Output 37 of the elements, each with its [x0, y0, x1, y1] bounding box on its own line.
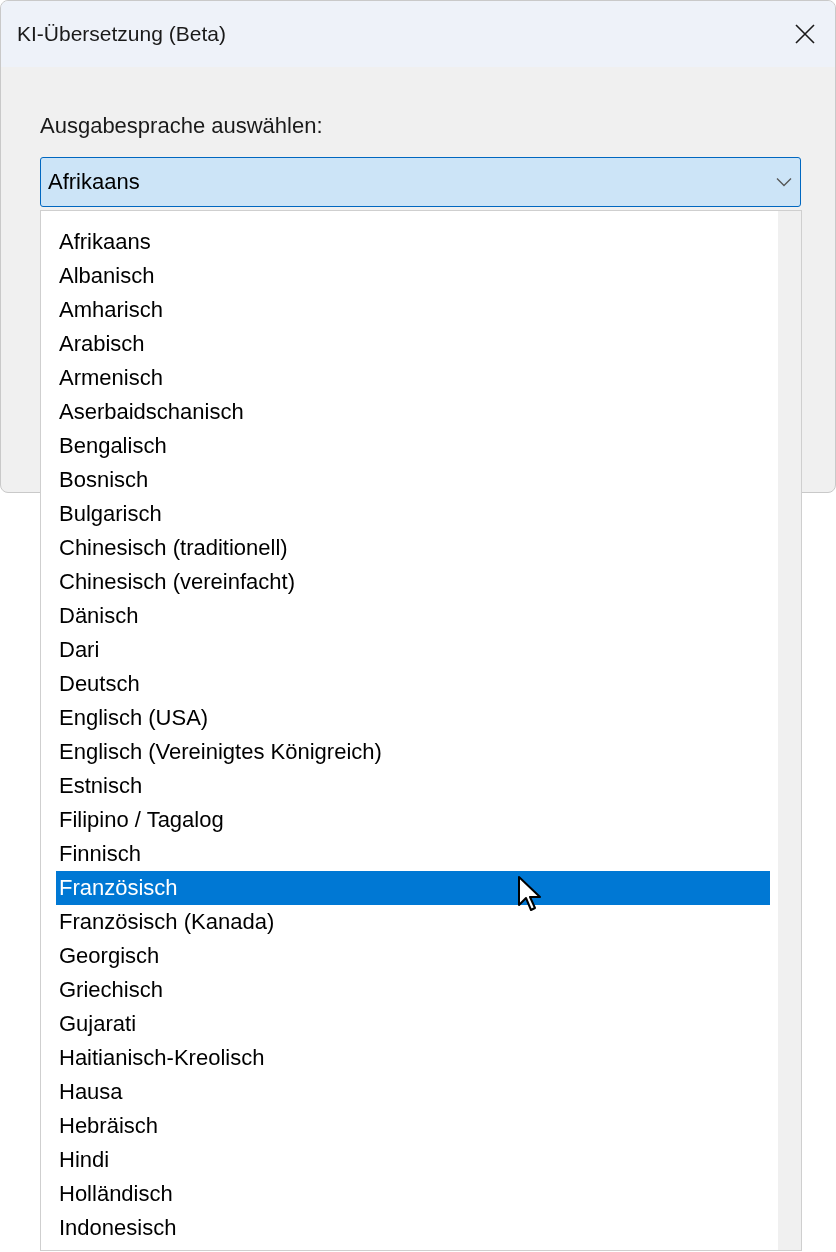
- dropdown-option[interactable]: Hindi: [56, 1143, 770, 1177]
- dropdown-option[interactable]: Chinesisch (vereinfacht): [56, 565, 770, 599]
- dropdown-option[interactable]: Holländisch: [56, 1177, 770, 1211]
- dropdown-option[interactable]: Armenisch: [56, 361, 770, 395]
- dropdown-option[interactable]: Amharisch: [56, 293, 770, 327]
- field-label: Ausgabesprache auswählen:: [40, 113, 324, 139]
- dropdown-option[interactable]: Afrikaans: [56, 225, 770, 259]
- chevron-down-icon: [776, 177, 792, 187]
- scrollbar-track[interactable]: [778, 211, 801, 1250]
- dropdown-option[interactable]: Bosnisch: [56, 463, 770, 497]
- dropdown-option[interactable]: Französisch (Kanada): [56, 905, 770, 939]
- dropdown-option[interactable]: Dänisch: [56, 599, 770, 633]
- dropdown-option[interactable]: Dari: [56, 633, 770, 667]
- dropdown-option[interactable]: Deutsch: [56, 667, 770, 701]
- dropdown-option[interactable]: Französisch: [56, 871, 770, 905]
- dropdown-option[interactable]: Finnisch: [56, 837, 770, 871]
- dropdown-option[interactable]: Georgisch: [56, 939, 770, 973]
- mouse-pointer-icon: [517, 875, 543, 913]
- dropdown-option[interactable]: Arabisch: [56, 327, 770, 361]
- dropdown-option[interactable]: Aserbaidschanisch: [56, 395, 770, 429]
- close-icon: [795, 24, 815, 44]
- dropdown-option[interactable]: Hausa: [56, 1075, 770, 1109]
- dropdown-option[interactable]: Englisch (Vereinigtes Königreich): [56, 735, 770, 769]
- dropdown-option[interactable]: Estnisch: [56, 769, 770, 803]
- dropdown-option[interactable]: Gujarati: [56, 1007, 770, 1041]
- dropdown-option[interactable]: Filipino / Tagalog: [56, 803, 770, 837]
- dropdown-option[interactable]: Chinesisch (traditionell): [56, 531, 770, 565]
- dropdown-option[interactable]: Indonesisch: [56, 1211, 770, 1245]
- dropdown-option[interactable]: Bengalisch: [56, 429, 770, 463]
- dropdown-option[interactable]: Griechisch: [56, 973, 770, 1007]
- dropdown-option[interactable]: Englisch (USA): [56, 701, 770, 735]
- dropdown-option[interactable]: Hebräisch: [56, 1109, 770, 1143]
- dropdown-option[interactable]: Bulgarisch: [56, 497, 770, 531]
- window-title: KI-Übersetzung (Beta): [17, 22, 226, 46]
- dropdown-option[interactable]: Albanisch: [56, 259, 770, 293]
- language-dropdown[interactable]: Afrikaans: [40, 157, 801, 207]
- dropdown-option[interactable]: Haitianisch-Kreolisch: [56, 1041, 770, 1075]
